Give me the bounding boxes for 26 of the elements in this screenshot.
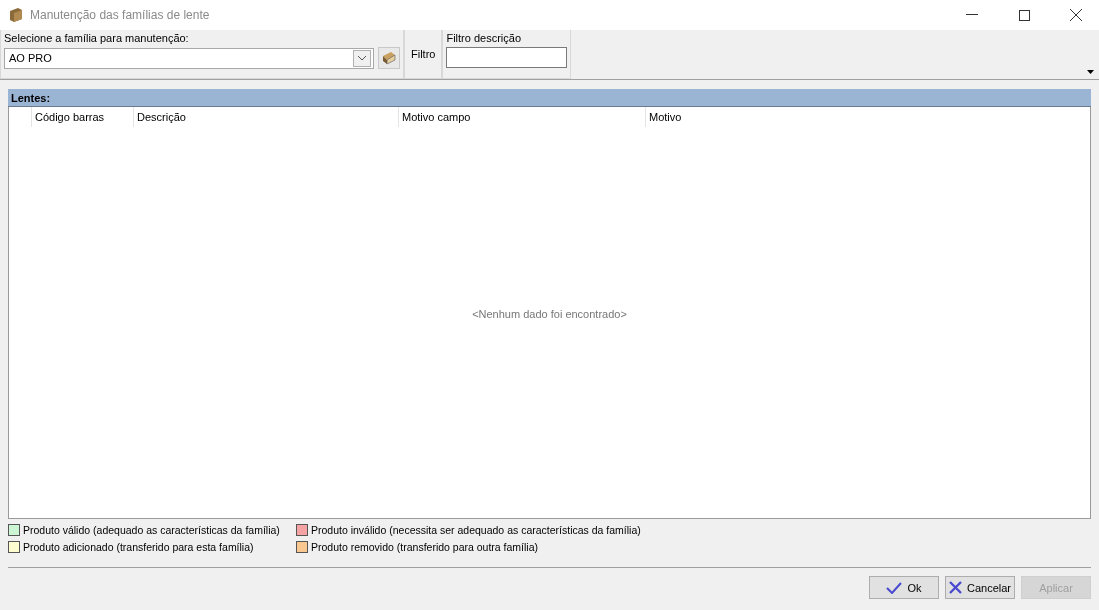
dropdown-arrow-icon[interactable] bbox=[1087, 70, 1094, 74]
filter-button[interactable]: Filtro bbox=[404, 30, 443, 79]
chevron-down-icon bbox=[357, 55, 367, 61]
legend-label: Produto inválido (necessita ser adequado as características da família) bbox=[311, 524, 641, 536]
filter-input[interactable] bbox=[446, 47, 568, 68]
ok-button[interactable]: Ok bbox=[869, 576, 939, 599]
legend-label: Produto removido (transferido para outra família) bbox=[311, 541, 539, 553]
column-header[interactable]: Motivo bbox=[645, 107, 1090, 127]
maximize-icon bbox=[1018, 9, 1030, 21]
close-icon bbox=[1070, 9, 1082, 21]
column-header[interactable]: Código barras bbox=[31, 107, 133, 127]
family-label: Selecione a família para manutenção: bbox=[4, 32, 190, 44]
close-icon bbox=[949, 581, 962, 594]
cancel-button[interactable]: Cancelar bbox=[945, 576, 1015, 599]
filter-label: Filtro descrição bbox=[446, 32, 523, 44]
minimize-icon bbox=[966, 14, 978, 16]
book-button[interactable] bbox=[378, 47, 400, 69]
legend-label: Produto válido (adequado as características da família) bbox=[23, 524, 280, 536]
group-header: Lentes: bbox=[8, 89, 1091, 107]
window-title: Manutenção das famílias de lente bbox=[30, 8, 211, 22]
empty-message: <Nenhum dado foi encontrado> bbox=[472, 307, 627, 320]
column-header[interactable]: Motivo campo bbox=[398, 107, 645, 127]
legend-label: Produto adicionado (transferido para esta família) bbox=[23, 541, 254, 553]
column-header[interactable]: Descrição bbox=[133, 107, 398, 127]
family-dropdown[interactable]: AO PRO bbox=[4, 47, 374, 69]
check-icon bbox=[886, 581, 903, 594]
